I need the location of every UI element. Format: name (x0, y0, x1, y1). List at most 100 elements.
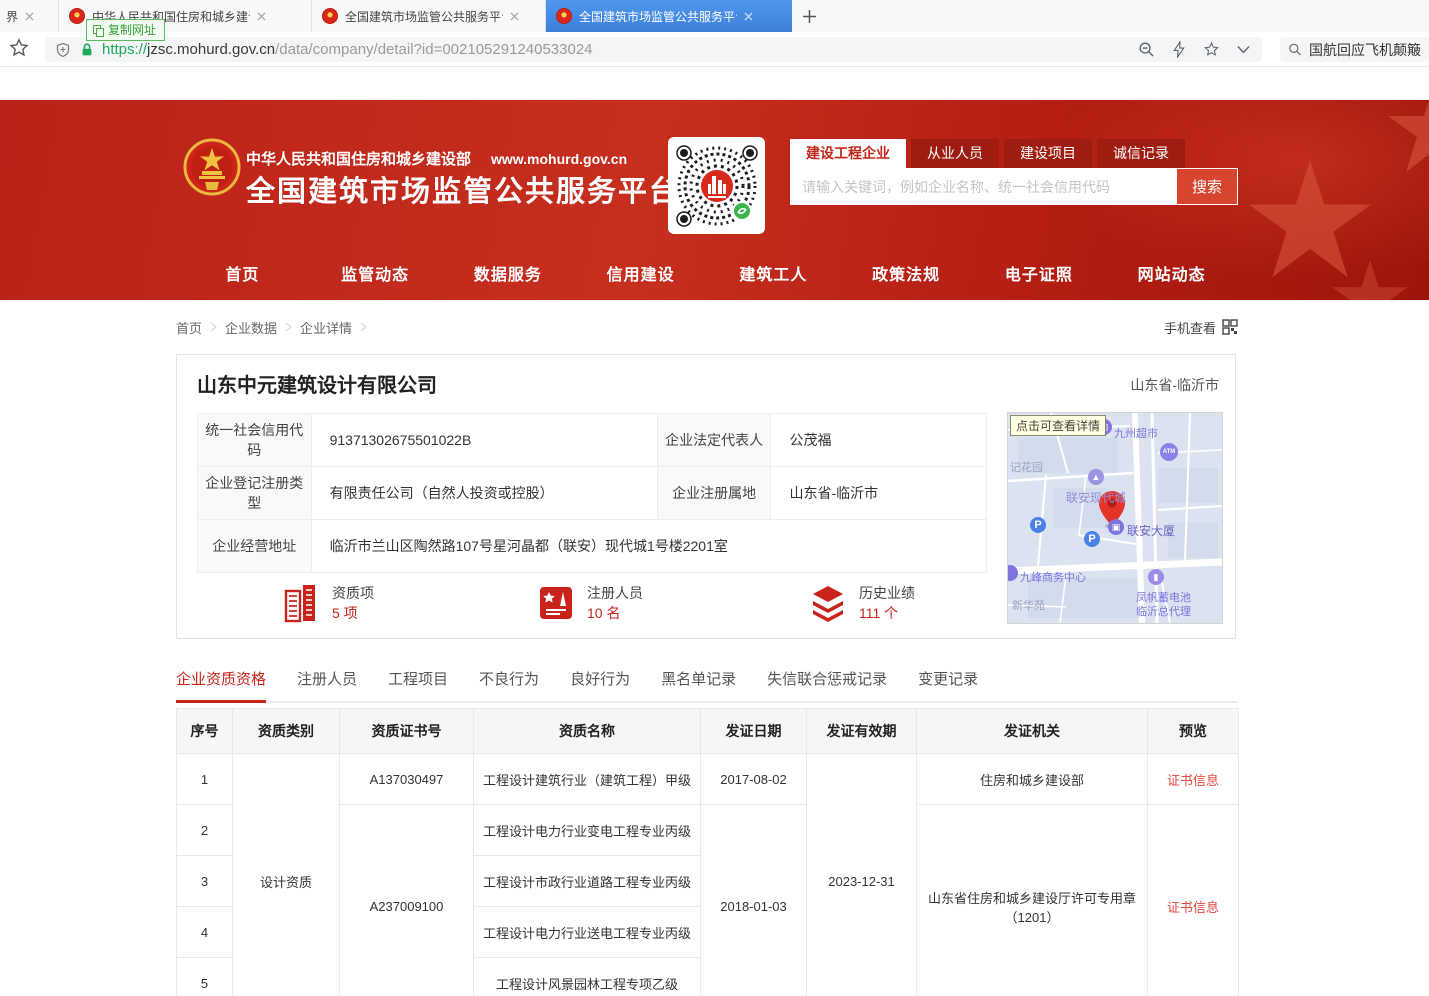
cell-no: 5 (177, 958, 233, 996)
map-poi-icon: ▮ (1148, 569, 1164, 585)
cell-no: 4 (177, 907, 233, 958)
map-poi-icon: ▲ (1088, 469, 1104, 485)
search-tab-enterprise[interactable]: 建设工程企业 (790, 139, 906, 168)
lightning-icon[interactable] (1172, 41, 1186, 58)
tab-qualifications[interactable]: 企业资质资格 (176, 662, 266, 703)
cell-name: 工程设计电力行业变电工程专业丙级 (474, 805, 701, 856)
col-cert-no: 资质证书号 (340, 709, 474, 754)
cell-authority: 住房和城乡建设部 (917, 754, 1148, 805)
col-validity: 发证有效期 (807, 709, 917, 754)
cell-name: 工程设计市政行业道路工程专业丙级 (474, 856, 701, 907)
mobile-view-button[interactable]: 手机查看 (1164, 318, 1238, 337)
stat-qualifications[interactable]: 资质项 5 项 (282, 583, 374, 623)
cell-category: 设计资质 (233, 754, 340, 996)
tab-registered-personnel[interactable]: 注册人员 (297, 662, 357, 701)
search-button[interactable]: 搜索 (1176, 168, 1238, 205)
nav-e-license[interactable]: 电子证照 (973, 245, 1106, 300)
decor-star-icon (1330, 260, 1410, 300)
stat-registered-personnel[interactable]: 注册人员 10 名 (537, 583, 643, 623)
cell-name: 工程设计风景园林工程专项乙级 (474, 958, 701, 996)
search-tab-project[interactable]: 建设项目 (1004, 139, 1092, 168)
map-label-supermarket: 九州超市 (1114, 425, 1158, 441)
stat-history-performance[interactable]: 历史业绩 111 个 (809, 583, 915, 623)
map-atm-badge: ATM (1160, 443, 1178, 461)
qr-code-icon (1222, 319, 1238, 335)
layers-icon (809, 584, 847, 622)
breadcrumb: 首页 企业数据 企业详情 手机查看 (176, 313, 1238, 341)
chevron-right-icon (360, 322, 367, 332)
emblem-favicon-icon (69, 8, 85, 24)
search-tab-personnel[interactable]: 从业人员 (911, 139, 999, 168)
search-category-tabs: 建设工程企业 从业人员 建设项目 诚信记录 (790, 139, 1185, 168)
breadcrumb-company-detail[interactable]: 企业详情 (300, 318, 352, 337)
map-label-battery-2: 临沂总代理 (1136, 603, 1191, 619)
secure-lock-icon (80, 42, 94, 57)
tab-change-records[interactable]: 变更记录 (918, 662, 978, 701)
legal-rep-value: 公茂福 (771, 414, 987, 467)
browser-tab-jzsc[interactable]: 全国建筑市场监管公共服务平台 (312, 0, 546, 32)
table-row: 1 设计资质 A137030497 工程设计建筑行业（建筑工程）甲级 2017-… (177, 754, 1239, 805)
close-icon[interactable] (25, 12, 34, 21)
map-parking-badge: P (1030, 517, 1046, 533)
quick-search-text: 国航回应飞机颠簸 (1309, 40, 1421, 60)
table-header-row: 序号 资质类别 资质证书号 资质名称 发证日期 发证有效期 发证机关 预览 (177, 709, 1239, 754)
certificate-info-link[interactable]: 证书信息 (1167, 773, 1219, 788)
breadcrumb-home[interactable]: 首页 (176, 318, 202, 337)
breadcrumb-company-data[interactable]: 企业数据 (225, 318, 277, 337)
address-label: 企业经营地址 (198, 520, 312, 573)
nav-policy[interactable]: 政策法规 (840, 245, 973, 300)
cell-name: 工程设计建筑行业（建筑工程）甲级 (474, 754, 701, 805)
keyword-search-input[interactable] (790, 168, 1176, 205)
shield-icon[interactable] (55, 42, 71, 58)
tab-dishonesty[interactable]: 失信联合惩戒记录 (767, 662, 887, 701)
col-no: 序号 (177, 709, 233, 754)
chevron-down-icon[interactable] (1237, 45, 1250, 54)
copy-icon (93, 25, 103, 36)
zoom-out-icon[interactable] (1138, 41, 1155, 58)
bookmark-star-icon[interactable] (8, 37, 30, 59)
col-name: 资质名称 (474, 709, 701, 754)
tab-title: 全国建筑市场监管公共服务平台 (345, 8, 503, 25)
nav-supervision[interactable]: 监管动态 (309, 245, 442, 300)
browser-tab-active[interactable]: 全国建筑市场监管公共服务平台 (546, 0, 792, 32)
cell-no: 1 (177, 754, 233, 805)
map-label-garden: 记花园 (1010, 459, 1043, 475)
tab-bad-behavior[interactable]: 不良行为 (479, 662, 539, 701)
tab-blacklist[interactable]: 黑名单记录 (661, 662, 736, 701)
quick-search-box[interactable]: 国航回应飞机颠簸 (1280, 37, 1429, 62)
address-value: 临沂市兰山区陶然路107号星河晶都（联安）现代城1号楼2201室 (311, 520, 986, 573)
qr-pattern-icon (674, 143, 760, 229)
map-label-lianan-modern: 联安现代城 (1066, 489, 1126, 506)
certificate-info-link[interactable]: 证书信息 (1167, 900, 1219, 915)
qualification-table: 序号 资质类别 资质证书号 资质名称 发证日期 发证有效期 发证机关 预览 1 … (176, 708, 1239, 996)
tab-good-behavior[interactable]: 良好行为 (570, 662, 630, 701)
stat-label: 历史业绩 (859, 583, 915, 603)
nav-home[interactable]: 首页 (176, 245, 309, 300)
stat-value: 10 名 (587, 603, 643, 623)
chevron-right-icon (210, 322, 217, 332)
close-icon[interactable] (744, 12, 753, 21)
map-tooltip: 点击可查看详情 (1010, 415, 1106, 436)
search-tab-credit[interactable]: 诚信记录 (1097, 139, 1185, 168)
col-authority: 发证机关 (917, 709, 1148, 754)
nav-site-news[interactable]: 网站动态 (1105, 245, 1238, 300)
cell-validity: 2023-12-31 (807, 754, 917, 996)
copy-url-tooltip: 复制网址 (86, 19, 165, 41)
nav-credit[interactable]: 信用建设 (574, 245, 707, 300)
table-row: 企业登记注册类型 有限责任公司（自然人投资或控股） 企业注册属地 山东省-临沂市 (198, 467, 987, 520)
main-nav: 首页 监管动态 数据服务 信用建设 建筑工人 政策法规 电子证照 网站动态 (176, 245, 1238, 300)
reg-type-label: 企业登记注册类型 (198, 467, 312, 520)
address-bar[interactable]: https://jzsc.mohurd.gov.cn/data/company/… (45, 37, 1262, 62)
close-icon[interactable] (510, 12, 519, 21)
close-icon[interactable] (257, 12, 266, 21)
cell-no: 2 (177, 805, 233, 856)
browser-tab-partial[interactable]: 界 (0, 0, 59, 32)
nav-workers[interactable]: 建筑工人 (707, 245, 840, 300)
table-row: 统一社会信用代码 91371302675501022B 企业法定代表人 公茂福 (198, 414, 987, 467)
tab-projects[interactable]: 工程项目 (388, 662, 448, 701)
nav-data-service[interactable]: 数据服务 (442, 245, 575, 300)
location-map[interactable]: 点击可查看详情 ▣ 九州超市 ATM 记花园 ▲ 联安现代城 ▣ 联安大厦 P … (1007, 412, 1223, 624)
chevron-right-icon (285, 322, 292, 332)
favorite-star-icon[interactable] (1203, 41, 1220, 58)
new-tab-button[interactable] (792, 0, 826, 32)
